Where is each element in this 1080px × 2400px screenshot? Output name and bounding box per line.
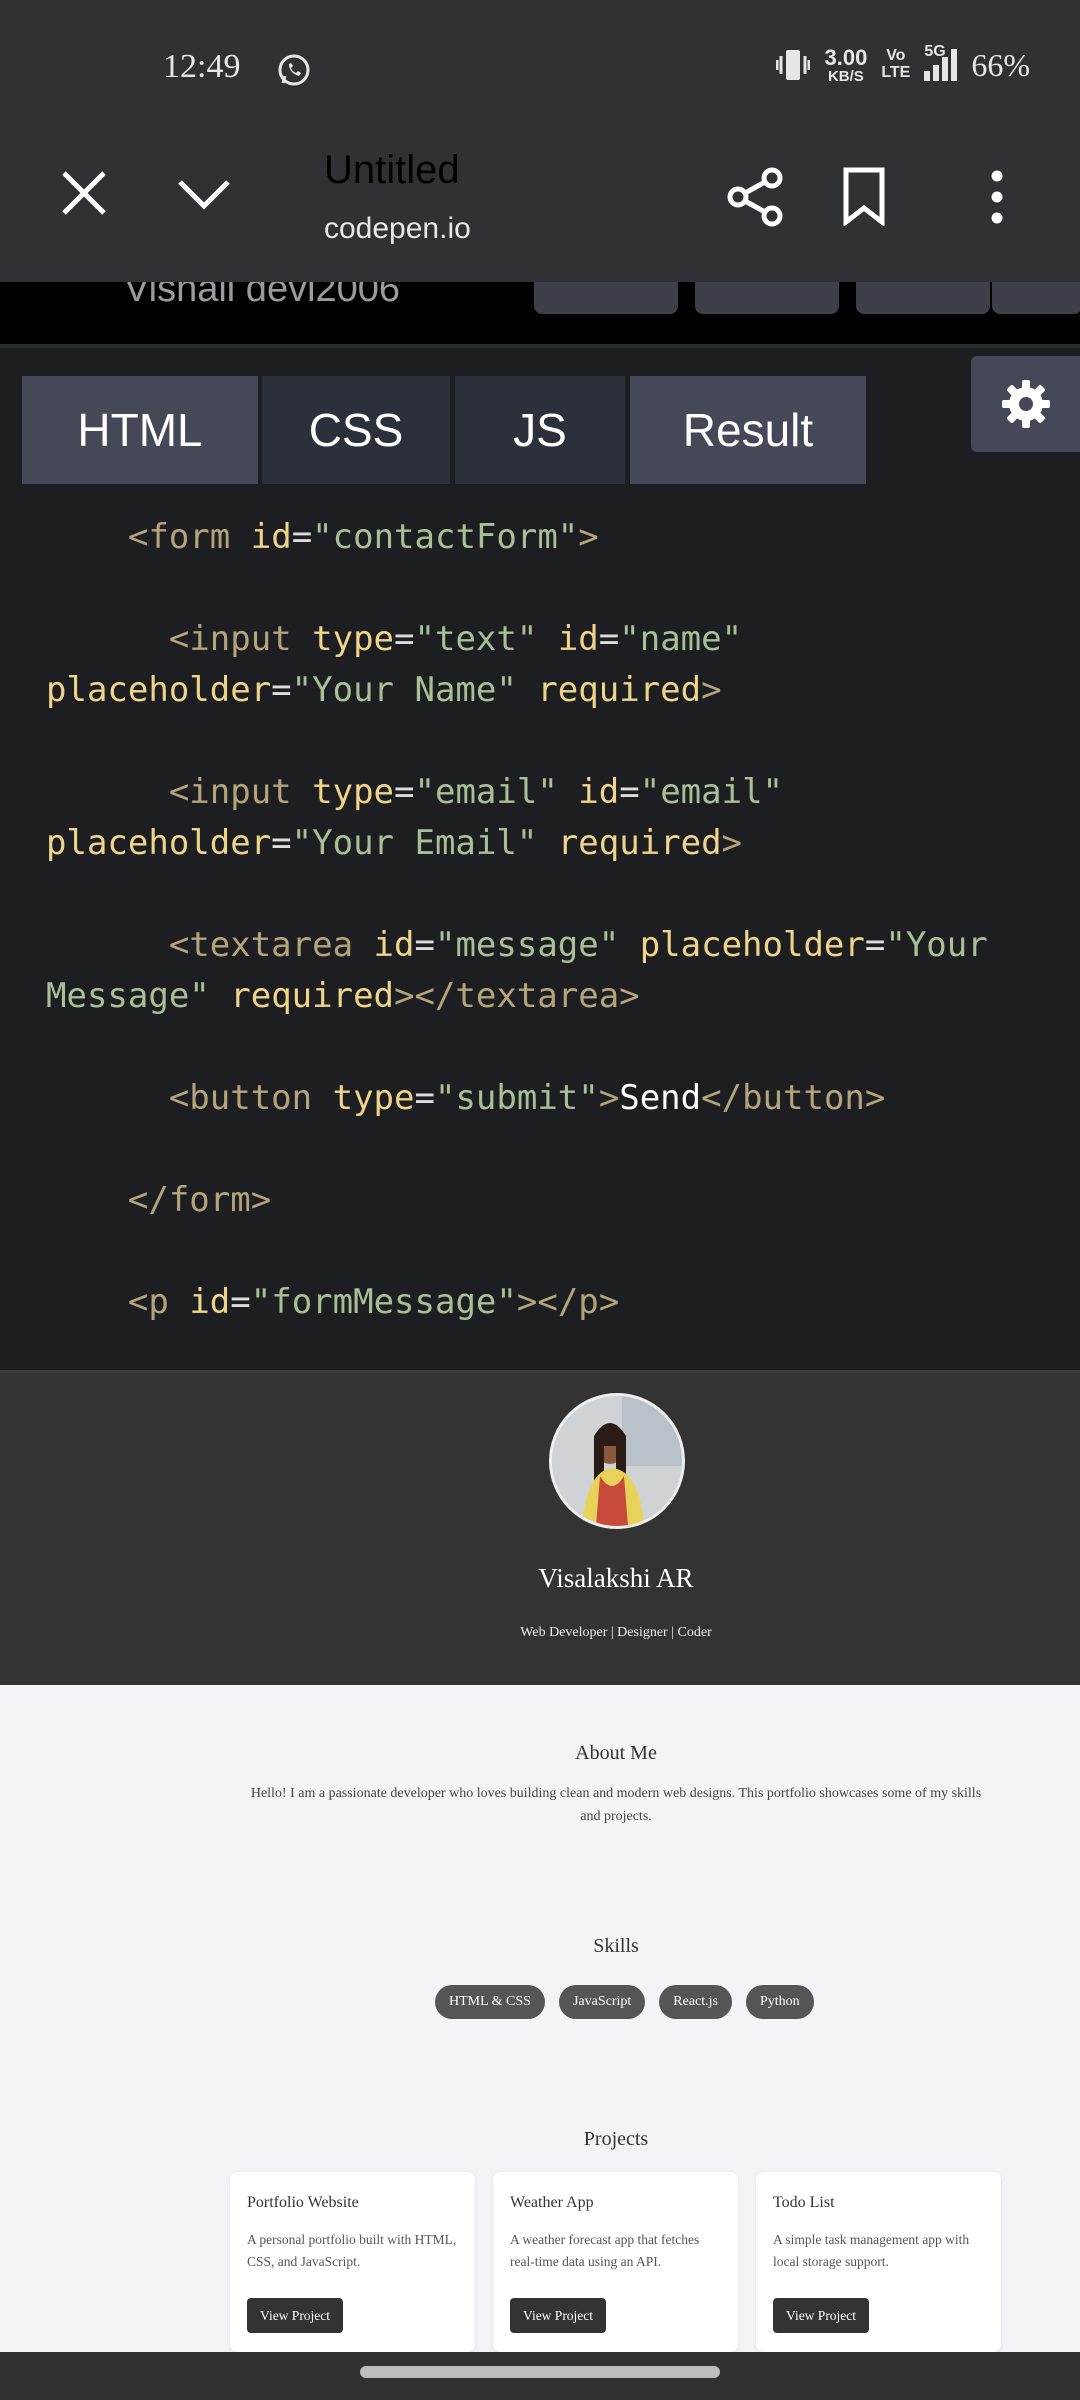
- code-line: <textarea id="message" placeholder="Your: [168, 925, 988, 965]
- code-line: <input type="email" id="email": [168, 772, 784, 812]
- about-title: About Me: [575, 1742, 657, 1764]
- signal-icon: 5G: [924, 43, 958, 81]
- bookmark-icon[interactable]: [840, 166, 888, 226]
- skills-title: Skills: [593, 1935, 639, 1957]
- network-speed: 3.00 KB/S: [824, 44, 868, 85]
- project-desc: A personal portfolio built with HTML, CS…: [247, 2232, 457, 2269]
- pen-header: Vishali devi2006: [0, 282, 1080, 344]
- view-project-button[interactable]: View Project: [510, 2298, 607, 2333]
- project-title: Todo List: [773, 2194, 835, 2211]
- project-desc: A weather forecast app that fetches real…: [510, 2232, 700, 2269]
- browser-app-bar: [0, 140, 1080, 282]
- gear-icon: [1002, 380, 1050, 428]
- skill-pill: HTML & CSS: [435, 1985, 545, 2019]
- page-title: Untitled: [324, 148, 460, 192]
- pen-header-button[interactable]: [695, 282, 839, 314]
- chevron-down-icon[interactable]: [174, 174, 234, 214]
- skills-list: HTML & CSS JavaScript React.js Python: [435, 1985, 814, 2019]
- project-card: Todo List A simple task management app w…: [756, 2172, 1001, 2352]
- code-line: <button type="submit">Send</button>: [168, 1078, 886, 1118]
- settings-button[interactable]: [971, 356, 1080, 452]
- code-line: </form>: [127, 1180, 272, 1220]
- pen-header-button[interactable]: [992, 282, 1080, 314]
- code-line: Message" required></textarea>: [46, 976, 640, 1016]
- code-line: placeholder="Your Email" required>: [46, 823, 743, 863]
- skill-pill: Python: [746, 1985, 814, 2019]
- profile-photo: [552, 1396, 682, 1526]
- vibrate-icon: [776, 50, 811, 80]
- skill-pill: JavaScript: [558, 1985, 646, 2019]
- skill-pill: React.js: [659, 1985, 732, 2019]
- view-project-button[interactable]: View Project: [247, 2298, 344, 2333]
- project-title: Portfolio Website: [247, 2194, 359, 2211]
- page-url: codepen.io: [324, 212, 471, 245]
- status-bar: 12:49 3.00 KB/S Vo LTE 5G 66%: [0, 0, 1080, 140]
- status-icons: 3.00 KB/S Vo LTE 5G 66%: [776, 43, 1030, 85]
- whatsapp-icon: [278, 54, 310, 86]
- code-line: <form id="contactForm">: [127, 517, 599, 557]
- status-time: 12:49: [163, 48, 241, 85]
- profile-tagline: Web Developer | Designer | Coder: [520, 1625, 712, 1640]
- code-line: placeholder="Your Name" required>: [46, 670, 722, 710]
- profile-name: Visalakshi AR: [538, 1563, 694, 1593]
- pen-author[interactable]: Vishali devi2006: [124, 282, 400, 311]
- projects-title: Projects: [583, 2128, 649, 2150]
- project-card: Portfolio Website A personal portfolio b…: [230, 2172, 475, 2352]
- view-project-button[interactable]: View Project: [773, 2298, 870, 2333]
- avatar: [549, 1393, 685, 1529]
- volte-indicator: Vo LTE: [881, 47, 911, 81]
- project-title: Weather App: [510, 2194, 594, 2211]
- about-text: Hello! I am a passionate developer who l…: [250, 1786, 982, 1824]
- share-icon[interactable]: [726, 166, 786, 228]
- tab-css[interactable]: CSS: [262, 376, 450, 484]
- tab-result[interactable]: Result: [630, 376, 866, 484]
- html-code[interactable]: <form id="contactForm"> <input type="tex…: [46, 512, 988, 1328]
- code-line: <p id="formMessage"></p>: [127, 1282, 620, 1322]
- project-desc: A simple task management app with local …: [773, 2232, 970, 2269]
- code-line: <input type="text" id="name": [168, 619, 743, 659]
- close-icon[interactable]: [58, 167, 110, 219]
- project-card: Weather App A weather forecast app that …: [493, 2172, 738, 2352]
- pen-header-button[interactable]: [856, 282, 990, 314]
- battery-level: 66%: [971, 46, 1030, 83]
- more-vert-icon[interactable]: [985, 168, 1009, 226]
- pen-header-button[interactable]: [534, 282, 678, 314]
- tab-js[interactable]: JS: [455, 376, 625, 484]
- tab-html[interactable]: HTML: [22, 376, 258, 484]
- home-handle[interactable]: [360, 2366, 720, 2378]
